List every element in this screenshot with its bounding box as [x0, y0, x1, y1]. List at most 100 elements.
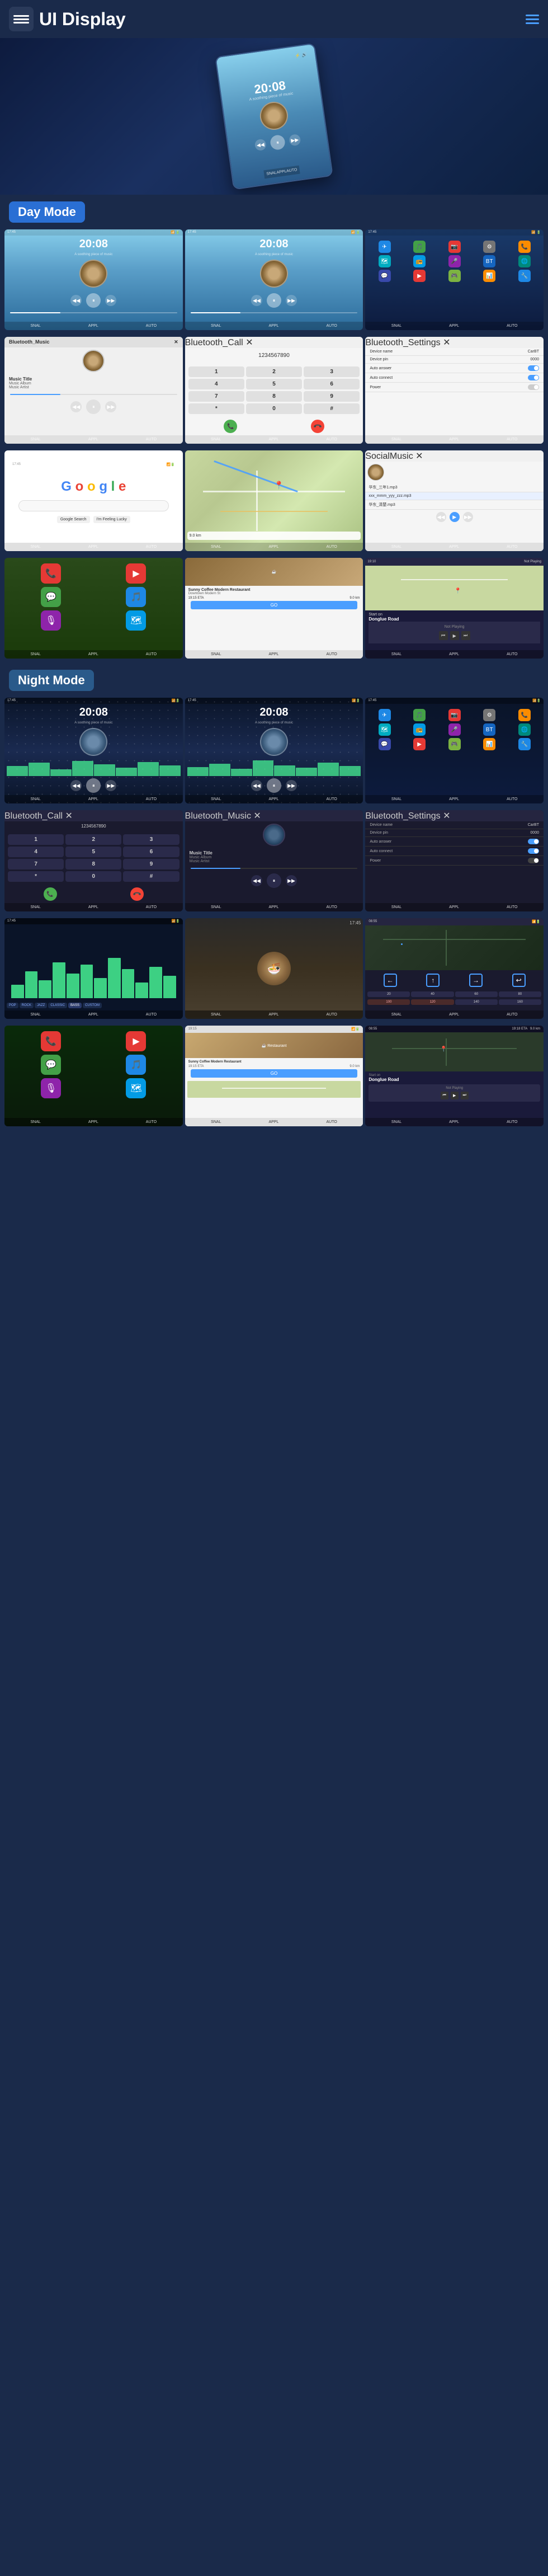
np-prev[interactable]: ⏮: [439, 631, 448, 640]
night-call-nav-snal[interactable]: SNAL: [31, 905, 41, 909]
night-app-nav-snal[interactable]: SNAL: [391, 797, 401, 801]
social-nav-appl[interactable]: APPL: [449, 545, 459, 549]
night-power-toggle[interactable]: [528, 858, 539, 863]
hero-prev-btn[interactable]: ◀◀: [254, 139, 267, 152]
settings-nav-snal[interactable]: SNAL: [391, 438, 401, 441]
power-toggle[interactable]: [528, 384, 539, 390]
night-app-phone[interactable]: 📞: [518, 709, 531, 721]
call-nav-auto[interactable]: AUTO: [326, 438, 337, 441]
eq-btn-5[interactable]: BASS: [68, 1003, 82, 1008]
night-nav-auto-2[interactable]: AUTO: [326, 797, 337, 801]
rest-nav-snal[interactable]: SNAL: [211, 652, 221, 656]
turn-right[interactable]: →: [469, 974, 483, 987]
night-rest-nav-auto[interactable]: AUTO: [326, 1120, 337, 1124]
night-num-6[interactable]: 6: [123, 847, 179, 857]
night-auto-answer-toggle[interactable]: [528, 839, 539, 844]
night-nav-auto-1[interactable]: AUTO: [146, 797, 157, 801]
np-nav-appl[interactable]: APPL: [449, 652, 459, 656]
eq-btn-1[interactable]: POP: [7, 1003, 18, 1008]
night-app-maps-icon[interactable]: 🗺: [126, 1078, 146, 1098]
num-7[interactable]: 7: [188, 391, 244, 402]
night-nav-appl-2[interactable]: APPL: [269, 797, 279, 801]
app-nav-auto[interactable]: AUTO: [507, 324, 517, 328]
num-8[interactable]: 8: [246, 391, 302, 402]
food-nav-snal[interactable]: SNAL: [211, 1013, 221, 1017]
app-nav-snal[interactable]: SNAL: [391, 324, 401, 328]
night-num-7[interactable]: 7: [8, 859, 64, 869]
night-rest-nav-appl[interactable]: APPL: [269, 1120, 279, 1124]
night-next-2[interactable]: ▶▶: [286, 780, 297, 791]
wave-nav-auto[interactable]: AUTO: [146, 1013, 157, 1017]
nav-auto[interactable]: AUTO: [286, 168, 297, 173]
night-np-nav-snal[interactable]: SNAL: [391, 1120, 401, 1124]
night-app-wechat[interactable]: 💬: [379, 738, 391, 750]
google-nav-auto[interactable]: AUTO: [146, 545, 157, 549]
app-wa-icon[interactable]: 💬: [41, 587, 61, 607]
car-nav-snal[interactable]: SNAL: [391, 1013, 401, 1017]
rest-nav-auto[interactable]: AUTO: [326, 652, 337, 656]
num-0[interactable]: 0: [246, 403, 302, 414]
night-device-name-value[interactable]: CarBT: [528, 823, 539, 827]
night-bt-play[interactable]: ⏸: [267, 873, 281, 888]
night-app-settings[interactable]: ⚙: [483, 709, 495, 721]
play-1[interactable]: ⏸: [86, 293, 101, 308]
num-star[interactable]: *: [188, 403, 244, 414]
eq-btn-3[interactable]: JAZZ: [35, 1003, 47, 1008]
map-nav-auto[interactable]: AUTO: [326, 545, 337, 549]
app-telegram[interactable]: ✈: [379, 241, 391, 253]
num-hash[interactable]: #: [304, 403, 360, 414]
night-num-2[interactable]: 2: [65, 834, 121, 845]
night-app-navi[interactable]: 🔧: [518, 738, 531, 750]
wave-nav-snal[interactable]: SNAL: [31, 1013, 41, 1017]
night-app-podcast-icon[interactable]: 🎙: [41, 1078, 61, 1098]
social-play[interactable]: ▶: [450, 512, 460, 522]
social-nav-auto[interactable]: AUTO: [507, 545, 517, 549]
night-settings-close[interactable]: ✕: [443, 811, 450, 821]
song-item-3[interactable]: 华东_清楚.mp3: [365, 500, 544, 510]
night-num-4[interactable]: 4: [8, 847, 64, 857]
night-btm-nav-snal[interactable]: SNAL: [211, 905, 221, 909]
call-nav-snal[interactable]: SNAL: [211, 438, 221, 441]
app-navi[interactable]: 🔧: [518, 270, 531, 282]
social-close[interactable]: ✕: [415, 452, 423, 461]
app-media[interactable]: 🎮: [448, 270, 461, 282]
food-nav-appl[interactable]: APPL: [269, 1013, 279, 1017]
go-button[interactable]: GO: [191, 601, 358, 609]
social-next[interactable]: ▶▶: [463, 512, 473, 522]
night-num-star[interactable]: *: [8, 871, 64, 882]
night-nav-snal-2[interactable]: SNAL: [211, 797, 221, 801]
google-nav-appl[interactable]: APPL: [88, 545, 98, 549]
speed-7[interactable]: 140: [455, 999, 498, 1005]
night-app-wa-icon[interactable]: 💬: [41, 1055, 61, 1075]
app-podcast-icon[interactable]: 🎙: [41, 610, 61, 631]
bt-nav-appl[interactable]: APPL: [88, 438, 98, 441]
night-num-8[interactable]: 8: [65, 859, 121, 869]
eq-btn-6[interactable]: CUSTOM: [83, 1003, 102, 1008]
num-1[interactable]: 1: [188, 366, 244, 377]
bt-music-close[interactable]: ✕: [174, 339, 178, 345]
night-prev-2[interactable]: ◀◀: [251, 780, 262, 791]
prev-1[interactable]: ◀◀: [70, 295, 82, 306]
night-device-pin-value[interactable]: 0000: [530, 831, 539, 835]
night-app-phone-icon[interactable]: 📞: [41, 1031, 61, 1051]
night-rest-nav-snal[interactable]: SNAL: [211, 1120, 221, 1124]
np-nav-auto[interactable]: AUTO: [507, 652, 517, 656]
speed-3[interactable]: 60: [455, 991, 498, 997]
social-nav-snal[interactable]: SNAL: [391, 545, 401, 549]
night-num-0[interactable]: 0: [65, 871, 121, 882]
night-next-1[interactable]: ▶▶: [105, 780, 116, 791]
night-btm-nav-appl[interactable]: APPL: [269, 905, 279, 909]
np-next[interactable]: ⏭: [461, 631, 470, 640]
app-nav-appl[interactable]: APPL: [449, 324, 459, 328]
num-3[interactable]: 3: [304, 366, 360, 377]
app-photo[interactable]: 📷: [448, 241, 461, 253]
app-phone-icon[interactable]: 📞: [41, 563, 61, 584]
nav-item-appl-1[interactable]: APPL: [88, 324, 98, 328]
night-app-photo[interactable]: 📷: [448, 709, 461, 721]
app-music[interactable]: 🎵: [413, 241, 426, 253]
num-9[interactable]: 9: [304, 391, 360, 402]
prev-2[interactable]: ◀◀: [251, 295, 262, 306]
bt-nav-auto[interactable]: AUTO: [146, 438, 157, 441]
night-np-nav-appl[interactable]: APPL: [449, 1120, 459, 1124]
app-yt[interactable]: ▶: [413, 270, 426, 282]
